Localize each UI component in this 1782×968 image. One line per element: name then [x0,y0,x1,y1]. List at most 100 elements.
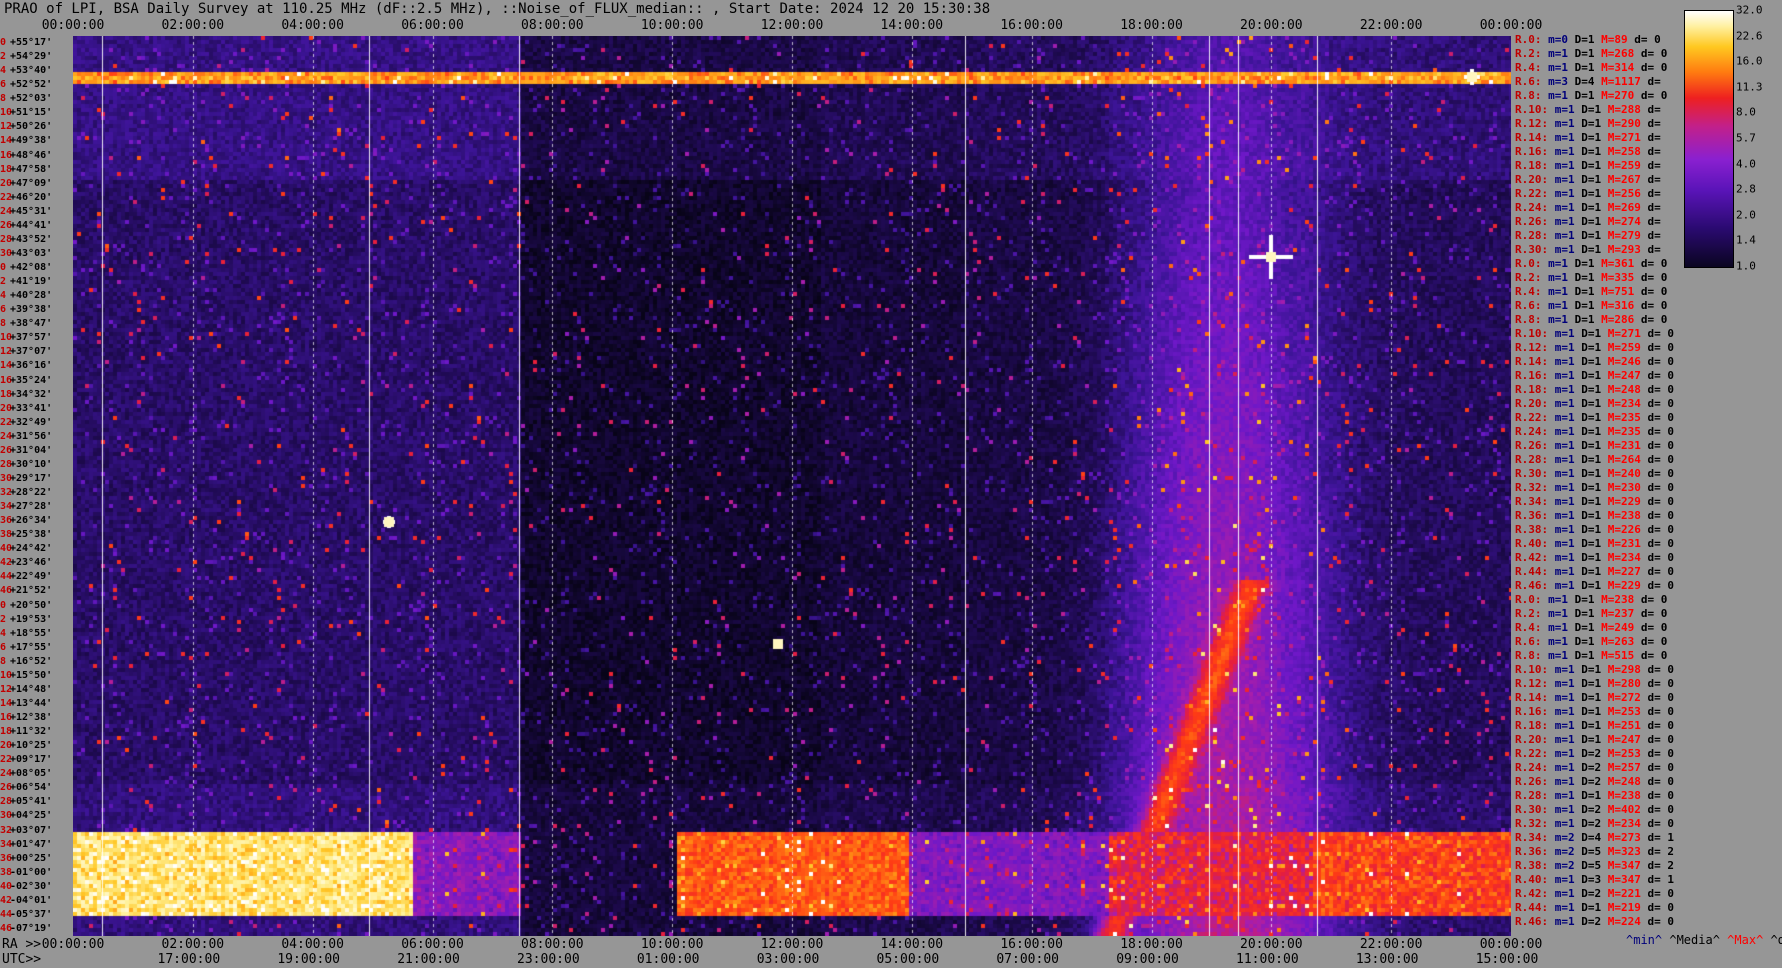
row-stat-r: R.42: [1515,551,1555,564]
row-stat-d: D=1 [1581,215,1608,228]
row-stat-r: R.10: [1515,327,1555,340]
row-stat-dev: d= 0 [1640,313,1668,326]
dec-row-index: 10 [0,332,13,344]
dec-row-index: 20 [0,177,13,189]
dec-row-value: +35°24' [10,374,53,386]
row-stat: R.6: m=1 D=1 M=316 d= 0 [1515,299,1667,313]
row-stat-r: R.16: [1515,145,1555,158]
utc-tick: 15:00:00 [1475,952,1539,967]
dec-row-value: +37°57' [10,332,53,344]
row-stat-dev: d= 0 [1647,817,1675,830]
row-stat-max: M=268 [1601,47,1641,60]
declination-row-label: 0 +20°50' [0,599,73,612]
row-stat-max: M=290 [1607,117,1648,130]
row-stat-m: m=1 [1554,677,1582,690]
utc-tick: 07:00:00 [996,952,1059,967]
row-stat-d: D=2 [1581,775,1608,788]
dec-row-index: 6 [0,79,7,91]
row-stat-r: R.18: [1515,159,1555,172]
row-stat-d: D=1 [1581,579,1608,592]
dec-row-index: 30 [0,810,13,822]
row-stat: R.40: m=1 D=3 M=347 d= 1 [1515,873,1674,887]
row-stat-m: m=1 [1554,355,1582,368]
declination-row-label: 36+00°25' [0,852,73,865]
dec-row-index: 18 [0,388,13,400]
row-stat: R.26: m=1 D=1 M=231 d= 0 [1515,439,1674,453]
row-stat: R.26: m=1 D=1 M=274 d= [1515,215,1661,229]
row-stat-r: R.14: [1515,355,1555,368]
row-stat-r: R.36: [1515,509,1555,522]
row-stat-d: D=1 [1581,551,1608,564]
row-stat-max: M=248 [1607,775,1648,788]
row-stat-r: R.22: [1515,187,1555,200]
dec-row-index: 46 [0,922,13,934]
row-stat: R.18: m=1 D=1 M=259 d= [1515,159,1661,173]
row-stat-d: D=1 [1581,327,1608,340]
dec-row-value: -04°01' [10,894,53,906]
dec-row-index: 16 [0,712,13,723]
row-stat-max: M=271 [1607,131,1648,144]
row-stat: R.24: m=1 D=2 M=257 d= 0 [1515,761,1674,775]
dec-row-index: 20 [0,740,13,752]
declination-row-label: 42+23°46' [0,556,73,569]
dec-row-value: +44°41' [10,219,53,231]
dec-row-value: +03°07' [10,824,53,836]
row-stat-d: D=1 [1581,187,1608,200]
row-stat-r: R.30: [1515,803,1555,816]
row-stat-r: R.20: [1515,733,1555,746]
dec-row-value: +18°55' [10,627,53,639]
dec-row-value: +48°46' [10,149,53,161]
dec-row-index: 28 [0,233,13,245]
declination-row-label: 10+15°50' [0,669,73,682]
row-stat-m: m=1 [1554,887,1582,900]
declination-row-label: 40+24°42' [0,542,73,555]
declination-row-label: 30+29°17' [0,472,73,485]
row-stat: R.30: m=1 D=1 M=293 d= [1515,243,1661,257]
row-stat-d: D=3 [1581,873,1608,886]
colorbar-tick: 11.3 [1736,80,1763,94]
row-stat-m: m=1 [1548,285,1575,298]
row-stat-d: D=1 [1574,271,1602,284]
row-stat-d: D=1 [1581,369,1608,382]
dec-row-index: 4 [0,65,7,77]
row-stat: R.18: m=1 D=1 M=248 d= 0 [1515,383,1674,397]
dec-row-index: 44 [0,908,13,920]
declination-row-label: 20+10°25' [0,739,73,752]
row-stat-dev: d= [1647,131,1661,144]
bottom-ra-tick: 04:00:00 [281,937,344,952]
row-stat-dev: d= 0 [1640,257,1668,270]
dec-row-index: 6 [0,304,7,316]
declination-row-label: 30+04°25' [0,809,73,822]
row-stat-dev: d= 0 [1647,369,1675,382]
dec-row-index: 32 [0,487,13,498]
row-stat-max: M=314 [1601,61,1641,74]
row-stat: R.28: m=1 D=1 M=238 d= 0 [1515,789,1674,803]
row-stat-m: m=1 [1554,453,1582,466]
dec-row-index: 8 [0,655,7,667]
row-stat-m: m=1 [1554,439,1582,452]
row-stat: R.30: m=1 D=2 M=402 d= 0 [1515,803,1674,817]
row-stat-r: R.4: [1515,621,1549,634]
row-stat-r: R.38: [1515,859,1555,872]
row-stat-r: R.14: [1515,691,1555,704]
dec-row-index: 42 [0,557,13,569]
declination-row-label: 14+49°38' [0,134,73,147]
row-stat: R.6: m=1 D=1 M=263 d= 0 [1515,635,1667,649]
row-stat-m: m=1 [1554,145,1582,158]
row-stat: R.4: m=1 D=1 M=314 d= 0 [1515,61,1667,75]
row-stat-dev: d= 0 [1647,453,1675,466]
row-stat-dev: d= 0 [1647,887,1675,900]
row-stat: R.12: m=1 D=1 M=259 d= 0 [1515,341,1674,355]
colorbar-tick: 1.0 [1736,259,1756,273]
row-stat-max: M=89 [1601,33,1635,46]
row-stat: R.38: m=1 D=1 M=226 d= 0 [1515,523,1674,537]
row-stat-d: D=1 [1581,355,1608,368]
dec-row-value: +41°19' [10,276,53,288]
row-stat-m: m=1 [1554,243,1582,256]
row-stat-max: M=231 [1607,537,1648,550]
row-stat-max: M=270 [1601,89,1641,102]
row-stat-dev: d= 0 [1647,467,1675,480]
dec-row-index: 40 [0,543,13,555]
row-stat-r: R.24: [1515,761,1555,774]
dec-row-value: +50°26' [10,121,53,133]
